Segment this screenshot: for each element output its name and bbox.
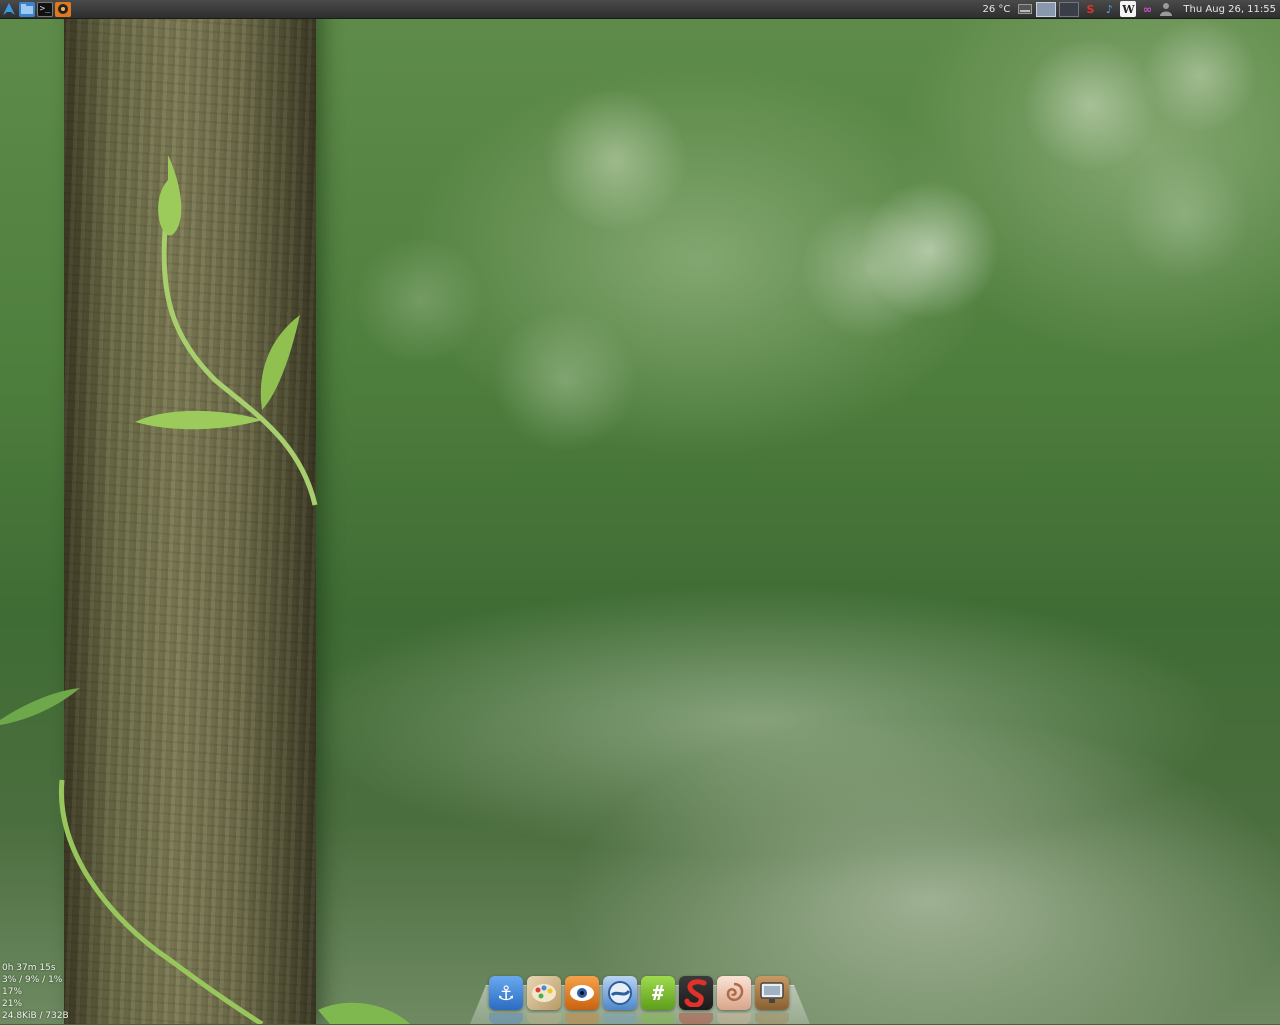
- network-readout: 24.8KiB / 732B: [2, 1011, 69, 1021]
- temperature-readout: 26 °C: [982, 3, 1011, 15]
- music-note-icon[interactable]: ♪: [1101, 1, 1117, 17]
- dock-irc-icon[interactable]: #: [641, 976, 675, 1010]
- dock-eye-icon[interactable]: [565, 976, 599, 1010]
- top-panel: >_ 26 °C S ♪ W ∞ Thu Aug 26, 11:55: [0, 0, 1280, 19]
- dock-browser-icon[interactable]: [603, 976, 637, 1010]
- vine-illustration: [0, 155, 410, 1024]
- dock-shell-icon[interactable]: [717, 976, 751, 1010]
- dock-monitor-icon[interactable]: [755, 976, 789, 1010]
- messenger-icon[interactable]: ∞: [1139, 1, 1155, 17]
- dock-scrobbler-icon[interactable]: [679, 976, 713, 1010]
- desktop-wallpaper: [0, 0, 1280, 1024]
- workspace-2[interactable]: [1059, 1, 1080, 17]
- dock-reflection: [489, 1013, 789, 1024]
- system-stats: 0h 37m 15s 3% / 9% / 1% 17% 21% 24.8KiB …: [2, 962, 69, 1022]
- terminal-icon[interactable]: >_: [37, 1, 53, 17]
- cpu-readout: 3% / 9% / 1%: [2, 975, 63, 985]
- uptime-readout: 0h 37m 15s: [2, 963, 56, 973]
- panel-launchers: >_: [0, 0, 71, 18]
- disk-readout: 21%: [2, 999, 23, 1009]
- scrobbler-icon[interactable]: S: [1082, 1, 1098, 17]
- file-manager-icon[interactable]: [19, 1, 35, 17]
- arch-menu-icon[interactable]: [1, 2, 17, 17]
- dock: ⚓ #: [489, 976, 789, 1010]
- keyboard-icon[interactable]: [1017, 1, 1033, 17]
- workspace-1[interactable]: [1036, 1, 1057, 17]
- dock-paint-icon[interactable]: [527, 976, 561, 1010]
- dock-anchor-icon[interactable]: ⚓: [489, 976, 523, 1010]
- clock[interactable]: Thu Aug 26, 11:55: [1183, 4, 1276, 15]
- wikipedia-icon[interactable]: W: [1120, 1, 1137, 17]
- user-icon[interactable]: [1158, 1, 1174, 17]
- media-player-icon[interactable]: [55, 1, 71, 17]
- memory-readout: 17%: [2, 987, 23, 997]
- panel-status-area: 26 °C S ♪ W ∞ Thu Aug 26, 11:55: [983, 0, 1280, 18]
